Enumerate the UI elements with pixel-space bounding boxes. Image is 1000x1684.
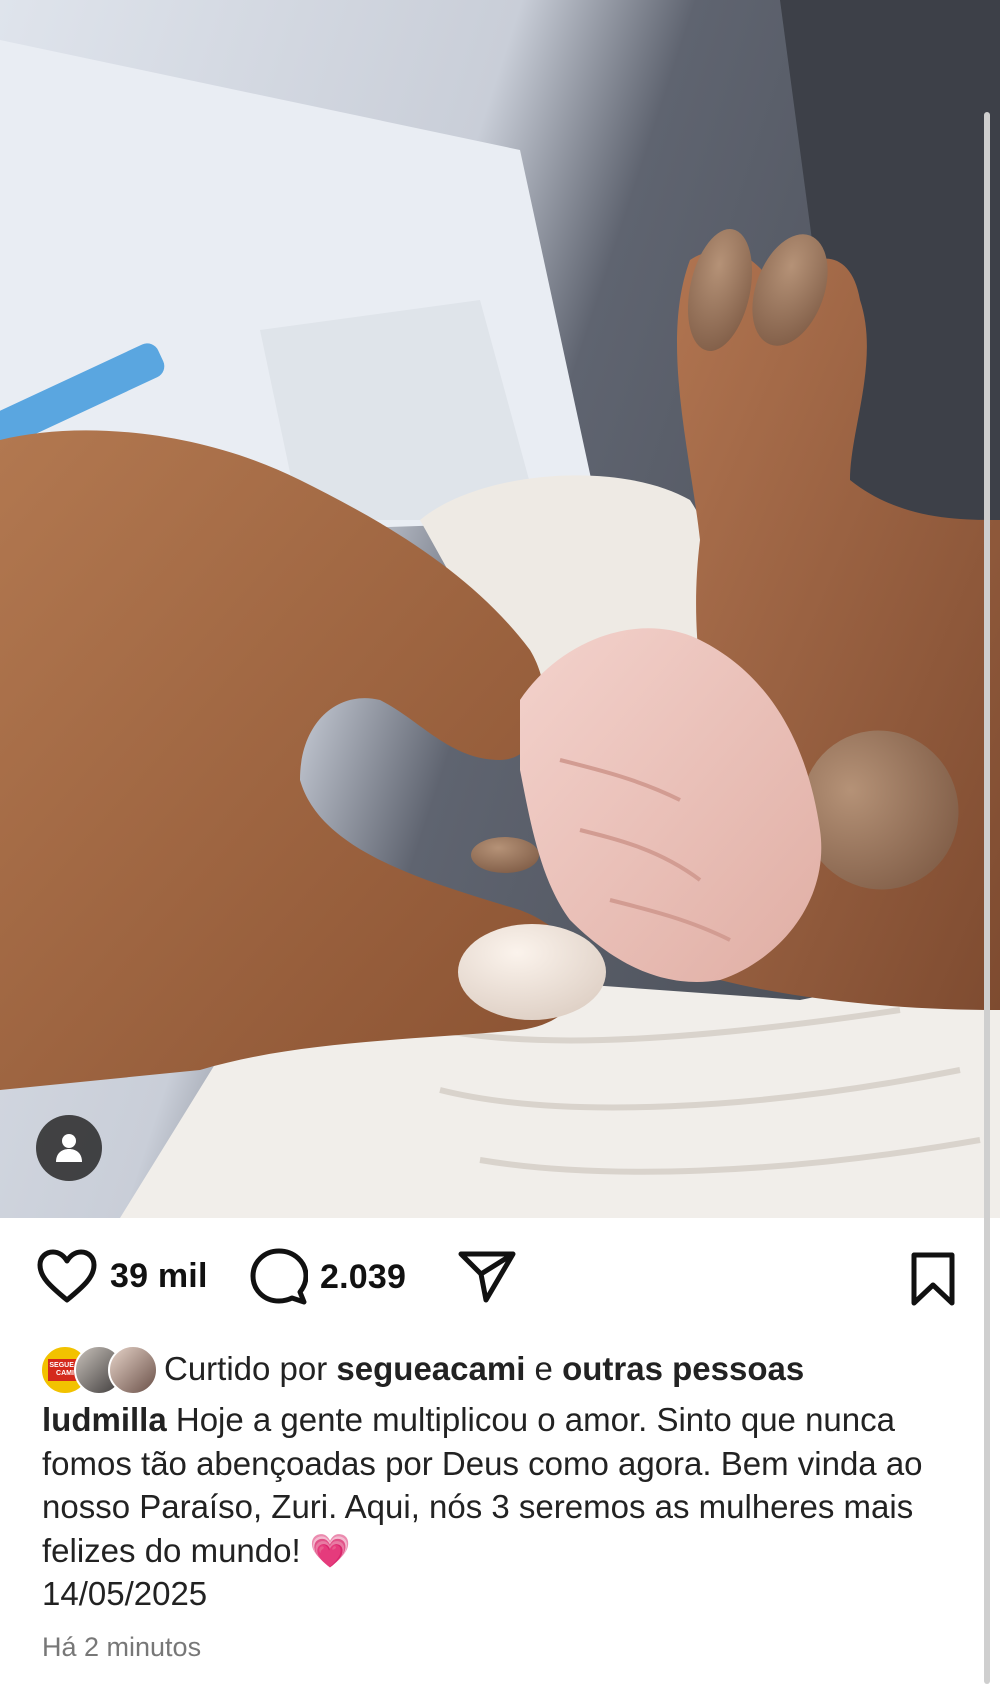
author-username[interactable]: ludmilla <box>42 1401 167 1438</box>
bookmark-icon <box>911 1252 955 1306</box>
scrollbar[interactable] <box>984 112 990 1684</box>
liked-by-prefix: Curtido por <box>164 1350 328 1387</box>
comment-bubble-icon <box>250 1248 308 1305</box>
post-timestamp: Há 2 minutos <box>42 1632 202 1662</box>
post-photo[interactable] <box>0 0 1000 1218</box>
user-tag-button[interactable] <box>36 1115 102 1181</box>
caption-date: 14/05/2025 <box>42 1575 208 1612</box>
share-button[interactable] <box>458 1250 516 1304</box>
user-icon <box>56 1134 82 1162</box>
liked-by-connector: e <box>534 1350 553 1387</box>
save-button[interactable] <box>910 1252 956 1306</box>
paper-plane-icon <box>458 1251 516 1303</box>
like-button[interactable]: 39 mil <box>36 1248 208 1304</box>
post-caption: ludmilla Hoje a gente multiplicou o amor… <box>42 1398 962 1616</box>
heart-icon <box>37 1249 97 1303</box>
comment-count: 2.039 <box>320 1257 407 1296</box>
avatar <box>108 1345 158 1395</box>
liked-by-others-link[interactable]: outras pessoas <box>562 1350 804 1388</box>
liked-by-row[interactable]: SEGUE A CAMI Curtido por segueacami e ou… <box>40 1344 804 1395</box>
liked-by-user-link[interactable]: segueacami <box>336 1350 525 1388</box>
caption-text: Hoje a gente multiplicou o amor. Sinto q… <box>42 1401 932 1569</box>
liked-by-avatars: SEGUE A CAMI <box>40 1345 158 1395</box>
like-count: 39 mil <box>110 1256 208 1295</box>
comment-button[interactable]: 2.039 <box>250 1248 406 1306</box>
action-bar: 39 mil 2.039 <box>0 1218 1000 1342</box>
